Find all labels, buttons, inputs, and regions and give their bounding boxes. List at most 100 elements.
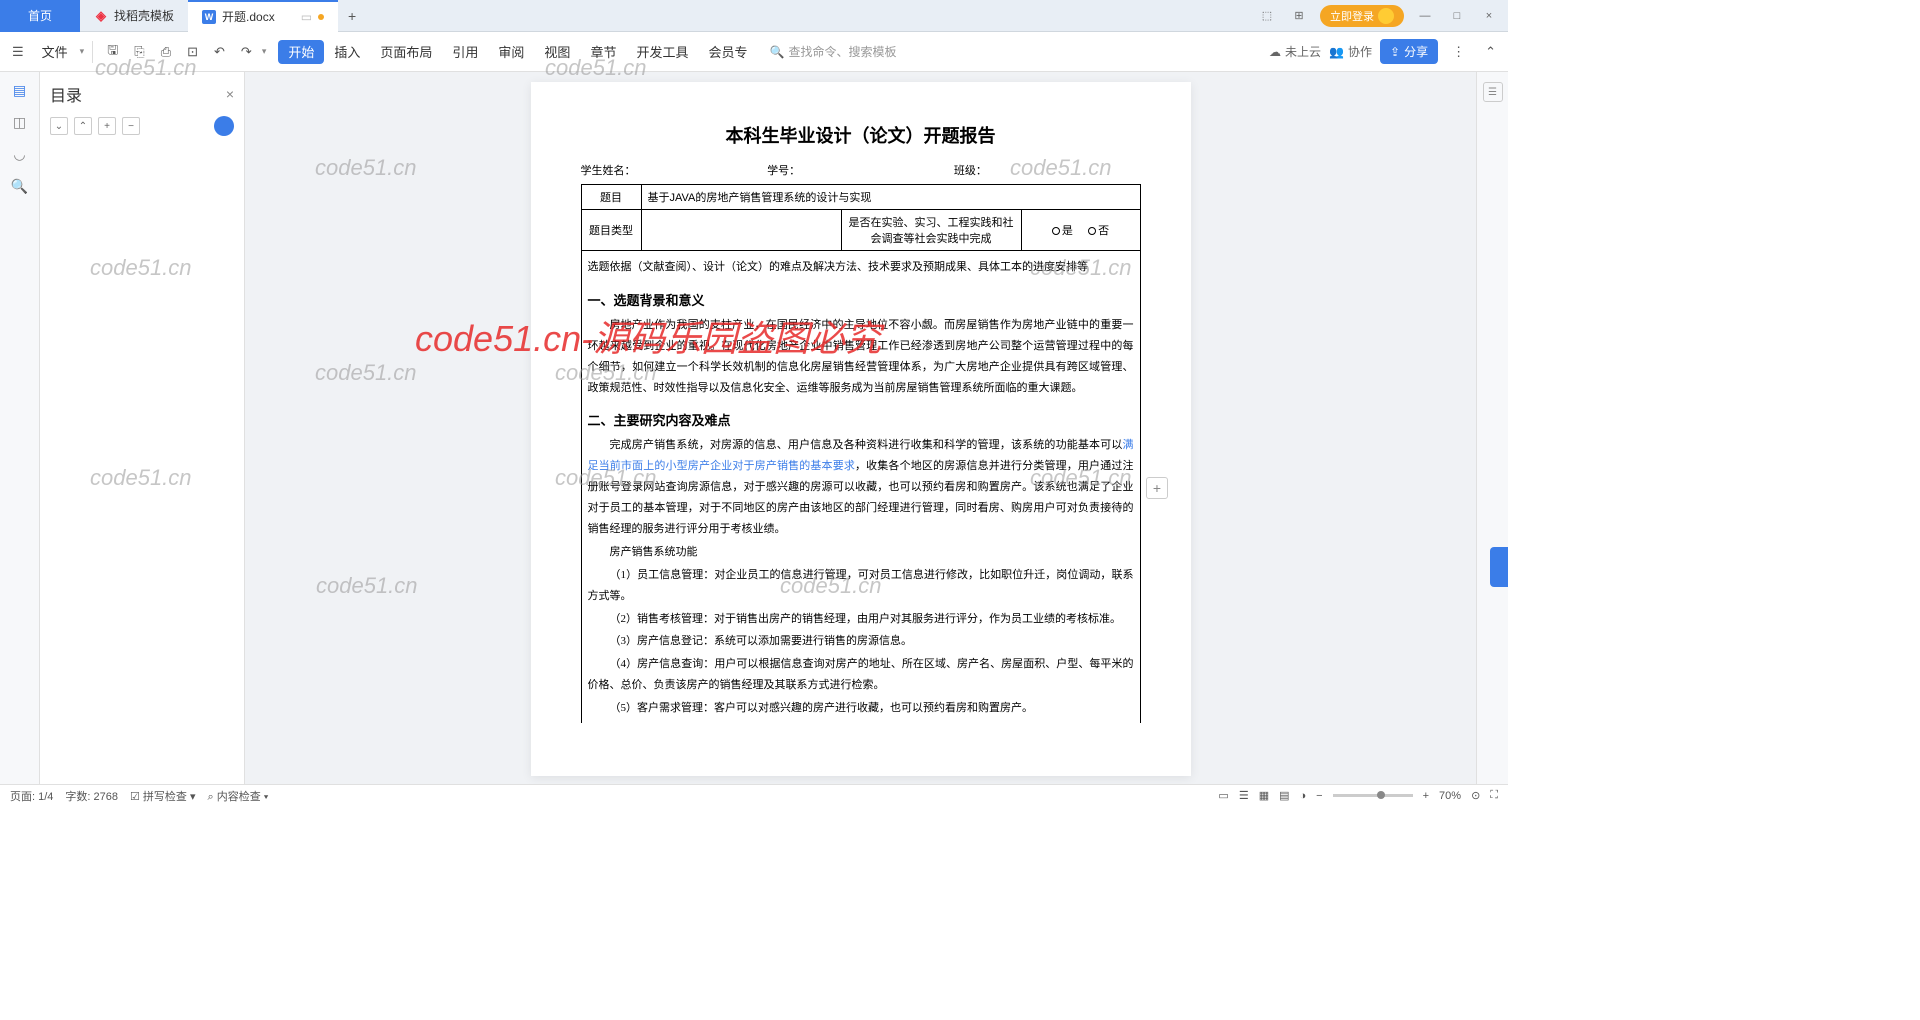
fn-4: （4）房产信息查询：用户可以根据信息查询对房产的地址、所在区域、房产名、房屋面积…: [588, 654, 1134, 696]
command-search[interactable]: 🔍 查找命令、搜索模板: [761, 40, 904, 63]
menu-insert[interactable]: 插入: [324, 32, 370, 71]
file-menu[interactable]: 文件: [34, 38, 76, 65]
dao-icon: ◈: [94, 9, 108, 23]
type-value: 是否在实验、实习、工程实践和社会调查等社会实践中完成: [841, 210, 1021, 251]
fullscreen-icon[interactable]: ⛶: [1490, 789, 1498, 802]
collab-label: 协作: [1348, 43, 1372, 60]
save-icon[interactable]: 🖫: [101, 37, 124, 67]
cloud-button[interactable]: ☁ 未上云: [1269, 43, 1321, 60]
zoom-in[interactable]: +: [1423, 790, 1429, 802]
expand-all-icon[interactable]: ⌄: [50, 117, 68, 135]
view-print-icon[interactable]: ▦: [1259, 789, 1269, 802]
outline-header: 目录 ×: [50, 82, 234, 106]
right-sidebar: ☰: [1476, 72, 1508, 786]
collab-button[interactable]: 👥 协作: [1329, 43, 1372, 60]
no-label: 否: [1098, 225, 1109, 237]
zoom-slider[interactable]: [1333, 794, 1413, 797]
menu-view[interactable]: 视图: [534, 32, 580, 71]
name-label: 学生姓名：: [581, 162, 768, 178]
redo-icon[interactable]: ↷: [235, 40, 258, 64]
grid-icon[interactable]: ⊞: [1288, 9, 1310, 22]
zoom-thumb[interactable]: [1377, 791, 1385, 799]
floating-add-button[interactable]: +: [1146, 477, 1168, 499]
layout-icon[interactable]: ⬚: [1256, 9, 1278, 22]
fn-5: （5）客户需求管理：客户可以对感兴趣的房产进行收藏，也可以预约看房和购置房产。: [588, 698, 1134, 719]
view-focus-icon[interactable]: ◑: [1300, 790, 1307, 802]
menu-start[interactable]: 开始: [278, 40, 324, 64]
para-2: 完成房产销售系统，对房源的信息、用户信息及各种资料进行收集和科学的管理，该系统的…: [588, 435, 1134, 539]
tab-bar: 首页 ◈ 找稻壳模板 W 开题.docx ▭ + ⬚ ⊞ 立即登录 — □ ×: [0, 0, 1508, 32]
undo-icon[interactable]: ↶: [208, 40, 231, 64]
section-icon[interactable]: ◫: [10, 112, 30, 132]
view-read-icon[interactable]: ▭: [1218, 789, 1228, 802]
cloud-icon: ☁: [1269, 45, 1281, 59]
outline-tools: ⌄ ⌃ + −: [50, 116, 234, 136]
side-tab-icon[interactable]: [1490, 547, 1508, 587]
outline-panel: 目录 × ⌄ ⌃ + −: [40, 72, 245, 786]
preview-icon[interactable]: ⊡: [181, 40, 204, 64]
search-icon[interactable]: 🔍: [10, 176, 30, 196]
minimize-button[interactable]: —: [1414, 10, 1436, 22]
tab-add[interactable]: +: [338, 8, 366, 24]
share-icon: ⇪: [1390, 45, 1400, 59]
menu-dev[interactable]: 开发工具: [626, 32, 698, 71]
more-icon[interactable]: ⋮: [1446, 40, 1471, 64]
spellcheck-toggle[interactable]: ☑ 拼写检查 ▾: [130, 788, 196, 804]
search-placeholder: 查找命令、搜索模板: [788, 43, 896, 60]
cloud-label: 未上云: [1285, 43, 1321, 60]
bookmark-icon[interactable]: ◡: [10, 144, 30, 164]
login-button[interactable]: 立即登录: [1320, 5, 1404, 27]
menu-layout[interactable]: 页面布局: [370, 32, 442, 71]
class-label: 班级：: [954, 162, 1141, 178]
collapse-icon[interactable]: ⌃: [1479, 40, 1502, 64]
menu-ref[interactable]: 引用: [442, 32, 488, 71]
menu-member[interactable]: 会员专: [698, 32, 757, 71]
outline-close[interactable]: ×: [226, 86, 234, 102]
tab-document[interactable]: W 开题.docx ▭: [188, 0, 338, 32]
tab-device-icon: ▭: [301, 10, 312, 24]
view-web-icon[interactable]: ☰: [1239, 789, 1249, 802]
close-button[interactable]: ×: [1478, 10, 1500, 22]
print-icon[interactable]: ⎙: [155, 40, 177, 64]
fns-header: 房产销售系统功能: [588, 542, 1134, 563]
status-bar: 页面: 1/4 字数: 2768 ☑ 拼写检查 ▾ ⌕ 内容检查 ▾ ▭ ☰ ▦…: [0, 784, 1508, 806]
menu-chapter[interactable]: 章节: [580, 32, 626, 71]
export-icon[interactable]: ⎘: [128, 40, 150, 64]
collapse-all-icon[interactable]: ⌃: [74, 117, 92, 135]
tab-home[interactable]: 首页: [0, 0, 80, 32]
tab-label: 找稻壳模板: [114, 7, 174, 24]
page-indicator[interactable]: 页面: 1/4: [10, 788, 53, 804]
section-h1: 一、选题背景和意义: [588, 290, 1134, 309]
rb-menu-icon[interactable]: ☰: [1483, 82, 1503, 102]
toolbar-right: ☁ 未上云 👥 协作 ⇪ 分享 ⋮ ⌃: [1269, 39, 1502, 64]
para-1: 房地产业作为我国的支柱产业，在国民经济中的主导地位不容小觑。而房屋销售作为房地产…: [588, 315, 1134, 399]
outline-icon[interactable]: ▤: [10, 80, 30, 100]
share-label: 分享: [1404, 43, 1428, 60]
fn-1: （1）员工信息管理：对企业员工的信息进行管理，可对员工信息进行修改，比如职位升迁…: [588, 565, 1134, 607]
left-sidebar: ▤ ◫ ◡ 🔍: [0, 72, 40, 786]
zoom-out[interactable]: −: [1316, 790, 1322, 802]
contentcheck-toggle[interactable]: ⌕ 内容检查 ▾: [208, 788, 269, 804]
fn-2: （2）销售考核管理：对于销售出房产的销售经理，由用户对其服务进行评分，作为员工业…: [588, 609, 1134, 630]
fit-icon[interactable]: ⊙: [1471, 789, 1480, 802]
radio-no[interactable]: [1088, 227, 1096, 235]
doc-title: 本科生毕业设计（论文）开题报告: [581, 122, 1141, 148]
add-item-icon[interactable]: +: [98, 117, 116, 135]
menu-icon[interactable]: ☰: [6, 40, 30, 64]
document-canvas[interactable]: 本科生毕业设计（论文）开题报告 学生姓名： 学号： 班级： 题目 基于JAVA的…: [245, 72, 1476, 786]
info-row: 学生姓名： 学号： 班级：: [581, 162, 1141, 178]
tab-templates[interactable]: ◈ 找稻壳模板: [80, 0, 188, 32]
login-label: 立即登录: [1330, 8, 1374, 24]
radio-yes[interactable]: [1052, 227, 1060, 235]
menu-review[interactable]: 审阅: [488, 32, 534, 71]
share-button[interactable]: ⇪ 分享: [1380, 39, 1438, 64]
remove-item-icon[interactable]: −: [122, 117, 140, 135]
maximize-button[interactable]: □: [1446, 10, 1468, 22]
fn-3: （3）房产信息登记：系统可以添加需要进行销售的房源信息。: [588, 631, 1134, 652]
word-count[interactable]: 字数: 2768: [65, 788, 118, 804]
basis-text: 选题依据（文献查阅）、设计（论文）的难点及解决方法、技术要求及预期成果、具体工本…: [588, 257, 1134, 278]
toolbar: ☰ 文件 ▾ 🖫 ⎘ ⎙ ⊡ ↶ ↷ ▾ 开始 插入 页面布局 引用 审阅 视图…: [0, 32, 1508, 72]
sync-badge-icon[interactable]: [214, 116, 234, 136]
view-outline-icon[interactable]: ▤: [1279, 789, 1289, 802]
zoom-level[interactable]: 70%: [1439, 790, 1461, 802]
